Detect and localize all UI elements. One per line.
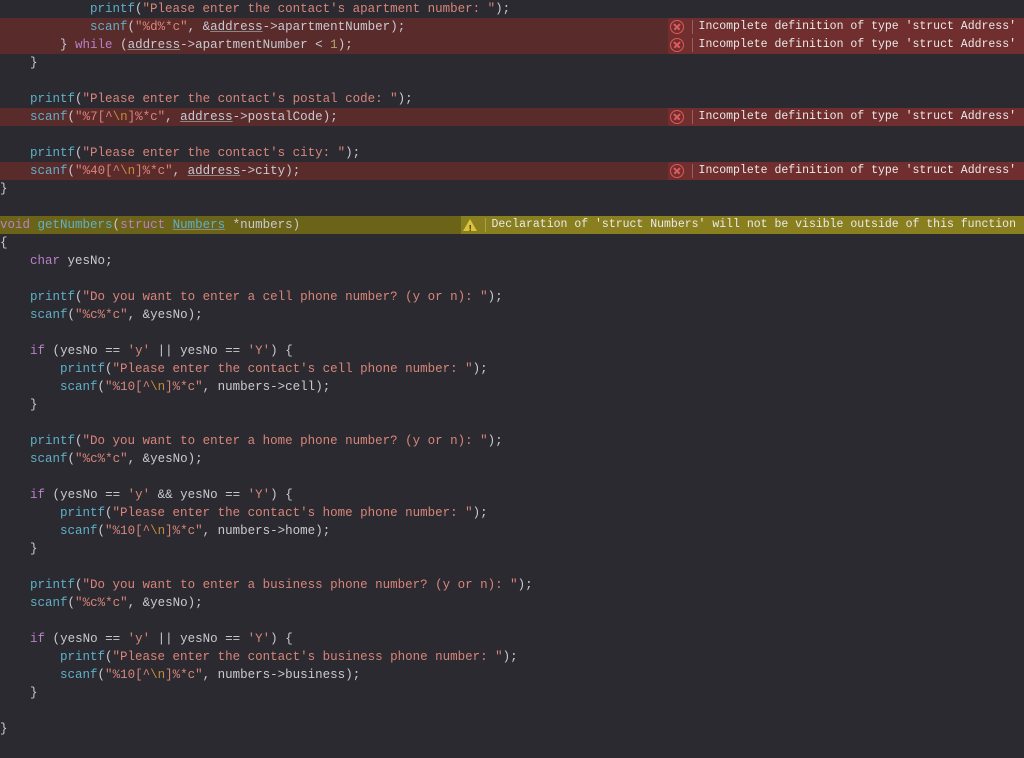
code-line[interactable]	[0, 702, 1024, 720]
code-line[interactable]: printf("Do you want to enter a home phon…	[0, 432, 1024, 450]
error-annotation[interactable]: Incomplete definition of type 'struct Ad…	[668, 108, 1024, 126]
error-icon	[668, 18, 686, 36]
code-line[interactable]: scanf("%c%*c", &yesNo);	[0, 594, 1024, 612]
code-line[interactable]	[0, 324, 1024, 342]
code-editor-area[interactable]: printf("Please enter the contact's apart…	[0, 0, 1024, 738]
code-line-error[interactable]: scanf("%40[^\n]%*c", address->city);Inco…	[0, 162, 1024, 180]
code-line[interactable]: {	[0, 234, 1024, 252]
error-message: Incomplete definition of type 'struct Ad…	[699, 18, 1016, 36]
warning-icon	[461, 216, 479, 234]
code-line[interactable]: scanf("%c%*c", &yesNo);	[0, 306, 1024, 324]
code-line[interactable]	[0, 558, 1024, 576]
code-line[interactable]: }	[0, 180, 1024, 198]
code-line[interactable]	[0, 126, 1024, 144]
code-line[interactable]: printf("Do you want to enter a business …	[0, 576, 1024, 594]
error-icon	[668, 108, 686, 126]
error-message: Incomplete definition of type 'struct Ad…	[699, 162, 1016, 180]
code-line[interactable]: }	[0, 720, 1024, 738]
printf-call: printf	[90, 2, 135, 16]
code-line[interactable]: if (yesNo == 'y' && yesNo == 'Y') {	[0, 486, 1024, 504]
code-line[interactable]: scanf("%10[^\n]%*c", numbers->cell);	[0, 378, 1024, 396]
code-line[interactable]: printf("Please enter the contact's home …	[0, 504, 1024, 522]
code-line[interactable]: printf("Do you want to enter a cell phon…	[0, 288, 1024, 306]
code-line[interactable]	[0, 198, 1024, 216]
code-line[interactable]	[0, 414, 1024, 432]
code-line[interactable]: }	[0, 684, 1024, 702]
error-annotation[interactable]: Incomplete definition of type 'struct Ad…	[668, 162, 1024, 180]
warning-message: Declaration of 'struct Numbers' will not…	[492, 216, 1017, 234]
code-line[interactable]: printf("Please enter the contact's city:…	[0, 144, 1024, 162]
code-line[interactable]: scanf("%10[^\n]%*c", numbers->home);	[0, 522, 1024, 540]
scanf-call: scanf	[90, 20, 128, 34]
code-line[interactable]	[0, 72, 1024, 90]
code-line[interactable]: if (yesNo == 'y' || yesNo == 'Y') {	[0, 342, 1024, 360]
code-line[interactable]: char yesNo;	[0, 252, 1024, 270]
code-line-warning[interactable]: void getNumbers(struct Numbers *numbers)…	[0, 216, 1024, 234]
code-line[interactable]	[0, 270, 1024, 288]
error-annotation[interactable]: Incomplete definition of type 'struct Ad…	[668, 18, 1024, 36]
error-message: Incomplete definition of type 'struct Ad…	[699, 108, 1016, 126]
code-line[interactable]: printf("Please enter the contact's busin…	[0, 648, 1024, 666]
code-line[interactable]	[0, 468, 1024, 486]
code-line[interactable]: printf("Please enter the contact's cell …	[0, 360, 1024, 378]
code-line[interactable]: printf("Please enter the contact's posta…	[0, 90, 1024, 108]
error-message: Incomplete definition of type 'struct Ad…	[699, 36, 1016, 54]
code-line[interactable]	[0, 612, 1024, 630]
code-line[interactable]: if (yesNo == 'y' || yesNo == 'Y') {	[0, 630, 1024, 648]
code-line-error[interactable]: scanf("%d%*c", &address->apartmentNumber…	[0, 18, 1024, 36]
code-line-error[interactable]: } while (address->apartmentNumber < 1);I…	[0, 36, 1024, 54]
code-line[interactable]: scanf("%10[^\n]%*c", numbers->business);	[0, 666, 1024, 684]
code-line[interactable]: }	[0, 54, 1024, 72]
code-line[interactable]: }	[0, 540, 1024, 558]
error-icon	[668, 36, 686, 54]
error-icon	[668, 162, 686, 180]
warning-annotation[interactable]: Declaration of 'struct Numbers' will not…	[461, 216, 1024, 234]
error-annotation[interactable]: Incomplete definition of type 'struct Ad…	[668, 36, 1024, 54]
code-line[interactable]: }	[0, 396, 1024, 414]
function-name: getNumbers	[38, 218, 113, 232]
code-line[interactable]: scanf("%c%*c", &yesNo);	[0, 450, 1024, 468]
code-line-error[interactable]: scanf("%7[^\n]%*c", address->postalCode)…	[0, 108, 1024, 126]
code-line[interactable]: printf("Please enter the contact's apart…	[0, 0, 1024, 18]
